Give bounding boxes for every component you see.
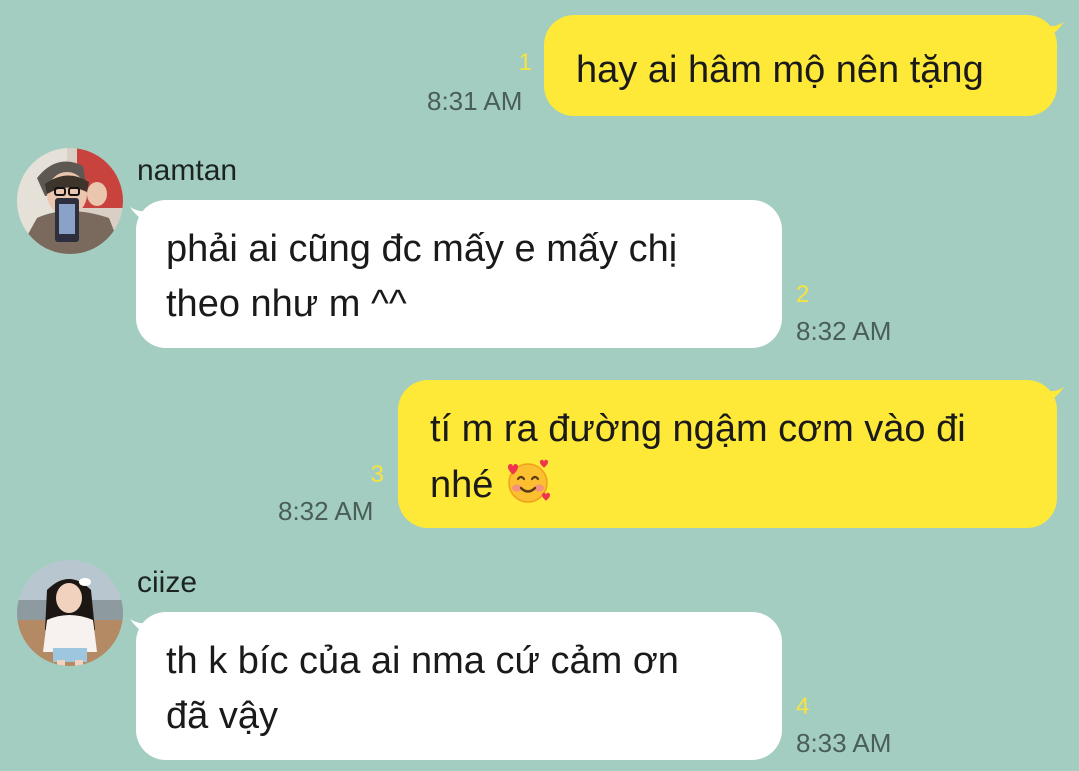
message-text-line: nhé (430, 457, 1057, 513)
read-count: 3 (370, 461, 384, 488)
message-text-line: th k bíc của ai nma cứ cảm ơn (166, 640, 679, 682)
namtan-avatar-photo[interactable] (17, 148, 123, 254)
message-timestamp: 8:32 AM (278, 496, 374, 526)
message-timestamp: 8:32 AM (796, 316, 892, 346)
message-text-line: đã vậy (166, 695, 278, 737)
message-timestamp: 8:31 AM (427, 86, 523, 116)
message-bubble[interactable]: phải ai cũng đc mấy e mấy chị theo như m… (136, 200, 782, 348)
message-bubble[interactable]: hay ai hâm mộ nên tặng (544, 15, 1057, 116)
message-text: hay ai hâm mộ nên tặng (576, 49, 984, 91)
read-count: 1 (518, 49, 532, 76)
sender-name: namtan (137, 154, 238, 187)
read-count: 4 (796, 693, 810, 720)
message-bubble[interactable]: tí m ra đường ngậm cơm vào đi nhé (398, 380, 1057, 528)
message-text-line: theo như m ^^ (166, 283, 407, 325)
read-count: 2 (796, 281, 810, 308)
message-text-line: phải ai cũng đc mấy e mấy chị (166, 228, 678, 270)
message-text-line: tí m ra đường ngậm cơm vào đi (430, 408, 966, 450)
ciize-avatar-photo[interactable] (17, 560, 123, 666)
avatar-image-icon (17, 148, 123, 254)
sender-name: ciize (137, 566, 198, 599)
smiling-face-with-hearts-icon (507, 459, 550, 503)
avatar-image-icon (17, 560, 123, 666)
message-timestamp: 8:33 AM (796, 728, 892, 758)
chat-screen: { "colors": { "background": "#a3cdc0", "… (0, 0, 1079, 771)
message-text: nhé (430, 464, 494, 506)
message-bubble[interactable]: th k bíc của ai nma cứ cảm ơn đã vậy (136, 612, 782, 760)
